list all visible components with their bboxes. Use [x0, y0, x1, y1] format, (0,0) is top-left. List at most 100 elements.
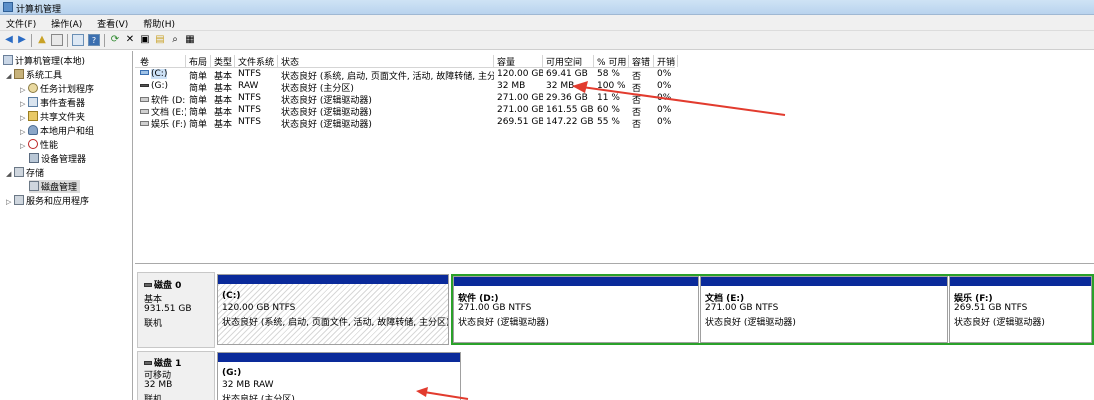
- show-hide-tree-icon[interactable]: [51, 34, 63, 46]
- volume-name: (G:): [137, 81, 186, 93]
- drive-icon: [140, 121, 149, 126]
- properties-icon[interactable]: [72, 34, 84, 46]
- tree-local-users[interactable]: ▷ 本地用户和组: [20, 124, 94, 137]
- partition-title: (G:): [222, 368, 242, 378]
- device-manager-icon: [29, 153, 39, 163]
- tree-performance[interactable]: ▷ 性能: [20, 138, 58, 151]
- expanded-arrow-icon[interactable]: ◢: [6, 170, 14, 178]
- open-icon[interactable]: ▤: [154, 34, 166, 46]
- partition-e[interactable]: 文档 (E:) 271.00 GB NTFS 状态良好 (逻辑驱动器): [700, 276, 948, 343]
- disk-icon: [144, 283, 152, 287]
- tree-system-tools[interactable]: ◢ 系统工具: [6, 68, 62, 81]
- forward-icon[interactable]: ▶: [16, 34, 28, 46]
- tree-device-manager-label: 设备管理器: [41, 155, 87, 165]
- volume-capacity: 120.00 GB: [497, 69, 543, 79]
- volume-layout: 简单: [189, 120, 208, 129]
- up-icon[interactable]: ▲: [36, 34, 48, 46]
- volume-name: 文档 (E:): [137, 105, 186, 117]
- delete-icon[interactable]: ✕: [124, 34, 136, 46]
- help-icon[interactable]: ?: [88, 34, 100, 46]
- volume-type: 基本: [214, 108, 233, 117]
- computer-management-icon: [3, 2, 13, 12]
- column-header-layout[interactable]: 布局: [186, 55, 211, 67]
- disk0-info[interactable]: 磁盘 0 基本 931.51 GB 联机: [137, 272, 215, 348]
- disk1-size: 32 MB: [144, 380, 173, 390]
- drive-icon: [140, 70, 149, 75]
- disk-graph-view: 磁盘 0 基本 931.51 GB 联机 (C:) 120.00 GB NTFS…: [135, 265, 1094, 400]
- volume-status: 状态良好 (逻辑驱动器): [281, 120, 372, 129]
- navigation-tree: 计算机管理(本地) ◢ 系统工具 ▷ 任务计划程序 ▷ 事件查看器 ▷ 共享文件夹 ▷ 本…: [0, 51, 133, 400]
- event-viewer-icon: [28, 97, 38, 107]
- menu-file[interactable]: 文件(F): [0, 15, 42, 30]
- column-header-capacity[interactable]: 容量: [494, 55, 543, 67]
- column-header-overhead[interactable]: 开销: [654, 55, 678, 67]
- drive-icon: [140, 97, 149, 102]
- column-header-fault-tolerance[interactable]: 容错: [629, 55, 654, 67]
- tree-performance-label: 性能: [40, 141, 59, 151]
- performance-icon: [28, 139, 38, 149]
- partition-c[interactable]: (C:) 120.00 GB NTFS 状态良好 (系统, 启动, 页面文件, …: [217, 274, 449, 345]
- export-icon[interactable]: ▣: [139, 34, 151, 46]
- collapsed-arrow-icon[interactable]: ▷: [20, 114, 28, 122]
- tree-root-label: 计算机管理(本地): [15, 57, 86, 67]
- tree-services-apps[interactable]: ▷ 服务和应用程序: [6, 194, 89, 207]
- volume-type: 基本: [214, 72, 233, 81]
- volume-free: 147.22 GB: [546, 117, 594, 127]
- column-header-free[interactable]: 可用空间: [543, 55, 594, 67]
- tree-device-manager[interactable]: 设备管理器: [29, 152, 86, 165]
- partition-f[interactable]: 娱乐 (F:) 269.51 GB NTFS 状态良好 (逻辑驱动器): [949, 276, 1092, 343]
- disk-icon[interactable]: ▦: [184, 34, 196, 46]
- collapsed-arrow-icon[interactable]: ▷: [20, 128, 28, 136]
- column-header-volume[interactable]: 卷: [137, 55, 186, 67]
- partition-bar: [218, 275, 448, 284]
- disk0-label: 磁盘 0: [144, 278, 181, 291]
- search-icon[interactable]: ⌕: [169, 34, 181, 46]
- volume-fault-tolerance: 否: [632, 120, 642, 129]
- tree-root[interactable]: 计算机管理(本地): [3, 54, 85, 67]
- partition-status: 状态良好 (逻辑驱动器): [954, 318, 1045, 328]
- tree-services-apps-label: 服务和应用程序: [26, 197, 90, 207]
- menu-view[interactable]: 查看(V): [91, 15, 134, 30]
- partition-size: 271.00 GB NTFS: [458, 303, 532, 313]
- column-header-status[interactable]: 状态: [278, 55, 494, 67]
- partition-bar: [701, 277, 947, 286]
- volume-pct-free: 55 %: [597, 117, 620, 127]
- toolbar: ◀ ▶ ▲ ? ⟳ ✕ ▣ ▤ ⌕ ▦: [0, 31, 1094, 50]
- partition-d[interactable]: 软件 (D:) 271.00 GB NTFS 状态良好 (逻辑驱动器): [453, 276, 699, 343]
- tree-storage[interactable]: ◢ 存储: [6, 166, 44, 179]
- collapsed-arrow-icon[interactable]: ▷: [20, 86, 28, 94]
- volume-capacity: 271.00 GB: [497, 105, 543, 115]
- tree-shared-folders[interactable]: ▷ 共享文件夹: [20, 110, 85, 123]
- column-header-filesystem[interactable]: 文件系统: [235, 55, 278, 67]
- services-icon: [14, 195, 24, 205]
- volume-name: 软件 (D:): [137, 93, 186, 105]
- volume-overhead: 0%: [657, 117, 672, 127]
- menu-bar: 文件(F) 操作(A) 查看(V) 帮助(H): [0, 15, 1094, 31]
- column-header-pct-free[interactable]: % 可用: [594, 55, 629, 67]
- tree-task-scheduler-label: 任务计划程序: [40, 85, 95, 95]
- tree-event-viewer[interactable]: ▷ 事件查看器: [20, 96, 85, 109]
- tree-disk-management[interactable]: 磁盘管理: [29, 180, 81, 193]
- expanded-arrow-icon[interactable]: ◢: [6, 72, 14, 80]
- partition-status: 状态良好 (系统, 启动, 页面文件, 活动, 故障转储, 主分区): [222, 318, 449, 328]
- disk-icon: [144, 361, 152, 365]
- column-header-type[interactable]: 类型: [211, 55, 235, 67]
- storage-icon: [14, 167, 24, 177]
- disk1-info[interactable]: 磁盘 1 可移动 32 MB 联机: [137, 351, 215, 400]
- volume-filesystem: NTFS: [238, 93, 261, 103]
- annotation-arrow-icon: [572, 81, 786, 116]
- volume-layout: 简单: [189, 96, 208, 105]
- menu-help[interactable]: 帮助(H): [137, 15, 181, 30]
- collapsed-arrow-icon[interactable]: ▷: [6, 198, 14, 206]
- tree-task-scheduler[interactable]: ▷ 任务计划程序: [20, 82, 94, 95]
- partition-status: 状态良好 (逻辑驱动器): [458, 318, 549, 328]
- menu-action[interactable]: 操作(A): [45, 15, 88, 30]
- refresh-icon[interactable]: ⟳: [109, 34, 121, 46]
- back-icon[interactable]: ◀: [3, 34, 15, 46]
- partition-size: 271.00 GB NTFS: [705, 303, 779, 313]
- partition-bar: [454, 277, 698, 286]
- collapsed-arrow-icon[interactable]: ▷: [20, 100, 28, 108]
- collapsed-arrow-icon[interactable]: ▷: [20, 142, 28, 150]
- volume-layout: 简单: [189, 108, 208, 117]
- volume-status: 状态良好 (主分区): [281, 84, 354, 93]
